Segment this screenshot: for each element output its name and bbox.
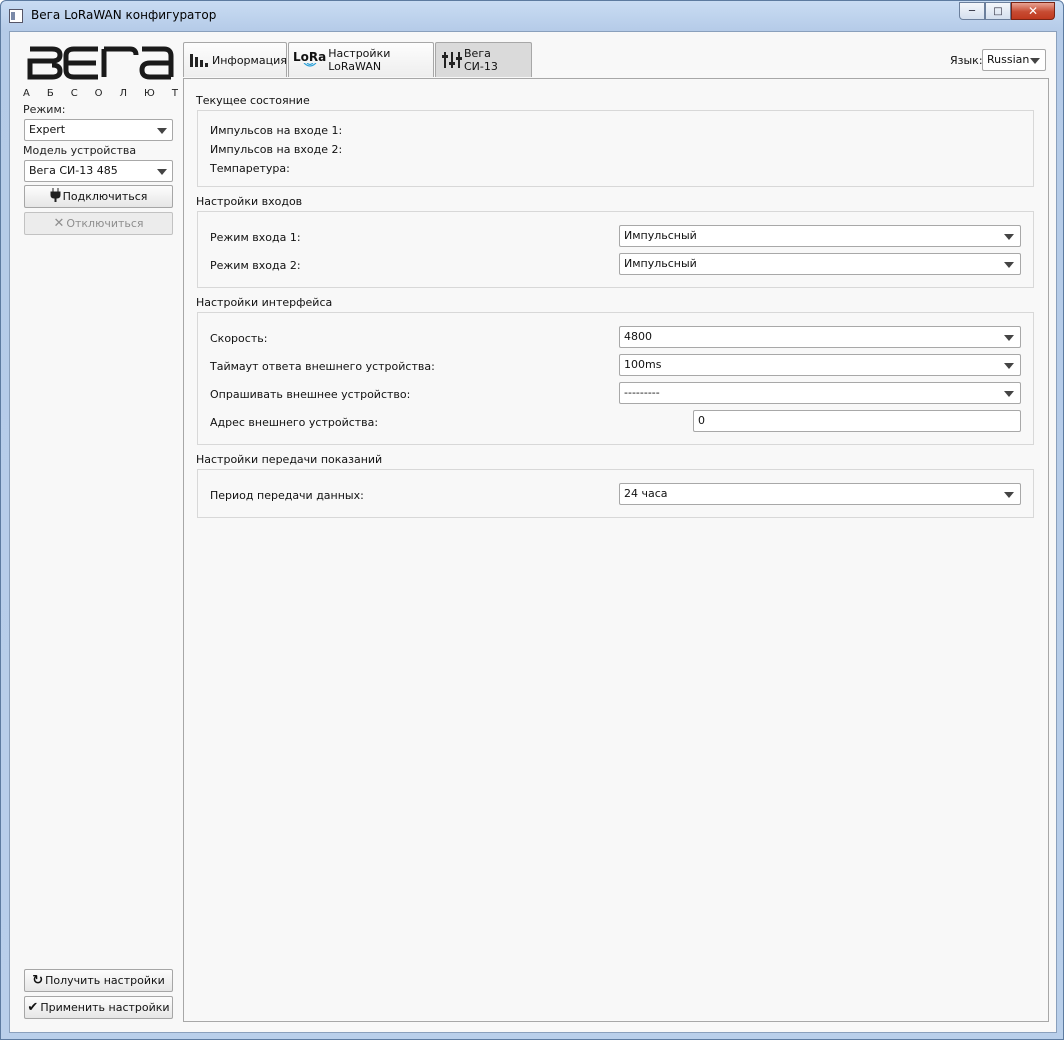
logo-subtitle: А Б С О Л Ю Т (23, 88, 178, 99)
pulses-input2-label: Импульсов на входе 2: (210, 143, 343, 156)
tab-lorawan-settings[interactable]: LoRa Настройки LoRaWAN (288, 42, 434, 77)
poll-device-select[interactable]: --------- (619, 382, 1021, 404)
chevron-down-icon (1004, 335, 1014, 341)
client-area: А Б С О Л Ю Т Режим: Expert Модель устро… (9, 31, 1057, 1033)
model-value: Вега СИ-13 485 (29, 164, 118, 177)
timeout-select[interactable]: 100ms (619, 354, 1021, 376)
get-settings-button[interactable]: ↻ Получить настройки (24, 969, 173, 992)
maximize-icon[interactable]: □ (985, 2, 1011, 20)
main-panel: Информация LoRa Настройки LoRaWAN Вега С… (183, 32, 1057, 1032)
transmission-period-select[interactable]: 24 часа (619, 483, 1021, 505)
logo-letter: Л (119, 88, 128, 99)
input1-mode-label: Режим входа 1: (210, 231, 301, 244)
window-title: Вега LoRaWAN конфигуратор (31, 8, 217, 22)
close-icon[interactable]: ✕ (1011, 2, 1055, 20)
tab-vega-si13[interactable]: Вега СИ-13 (435, 42, 532, 77)
tab-label: Вега СИ-13 (464, 47, 498, 73)
bar-chart-icon (190, 53, 210, 67)
vega-logo (27, 46, 174, 80)
apply-settings-button[interactable]: ✔ Применить настройки (24, 996, 173, 1019)
sliders-icon (442, 52, 462, 68)
disconnect-button[interactable]: ✕ Отключиться (24, 212, 173, 235)
lora-icon: LoRa (293, 51, 326, 69)
checkmark-icon: ✔ (27, 1000, 39, 1015)
temperature-label: Темпаретура: (210, 162, 290, 175)
chevron-down-icon (1004, 391, 1014, 397)
device-address-input[interactable]: 0 (693, 410, 1021, 432)
chevron-down-icon (1004, 234, 1014, 240)
connect-label: Подключиться (62, 190, 148, 203)
transmission-settings-group: Период передачи данных: 24 часа (197, 469, 1034, 518)
logo-letter: Б (46, 88, 54, 99)
minimize-icon[interactable]: ─ (959, 2, 985, 20)
close-icon: ✕ (53, 216, 65, 231)
input2-mode-select[interactable]: Импульсный (619, 253, 1021, 275)
window-controls: ─ □ ✕ (959, 2, 1055, 20)
app-window: Вега LoRaWAN конфигуратор ─ □ ✕ А Б С О (0, 0, 1064, 1040)
inputs-settings-title: Настройки входов (196, 195, 303, 208)
chevron-down-icon (1004, 363, 1014, 369)
tab-label: Настройки LoRaWAN (328, 47, 391, 73)
chevron-down-icon (157, 128, 167, 134)
apply-settings-label: Применить настройки (40, 1001, 170, 1014)
timeout-value: 100ms (624, 358, 662, 371)
connect-button[interactable]: Подключиться (24, 185, 173, 208)
device-address-label: Адрес внешнего устройства: (210, 416, 379, 429)
tab-label: Информация (212, 53, 287, 67)
chevron-down-icon (1004, 262, 1014, 268)
speed-label: Скорость: (210, 332, 268, 345)
logo-letter: Ю (144, 88, 155, 99)
input1-mode-value: Импульсный (624, 229, 697, 242)
transmission-settings-title: Настройки передачи показаний (196, 453, 383, 466)
logo-letter: А (23, 88, 30, 99)
language-label: Язык: (950, 54, 983, 67)
chevron-down-icon (1004, 492, 1014, 498)
chevron-down-icon (157, 169, 167, 175)
app-icon (9, 9, 23, 23)
disconnect-label: Отключиться (66, 217, 144, 230)
input1-mode-select[interactable]: Импульсный (619, 225, 1021, 247)
interface-settings-title: Настройки интерфейса (196, 296, 333, 309)
transmission-period-label: Период передачи данных: (210, 489, 364, 502)
current-state-title: Текущее состояние (196, 94, 310, 107)
plug-icon (50, 188, 61, 205)
inputs-settings-group: Режим входа 1: Импульсный Режим входа 2:… (197, 211, 1034, 288)
input2-mode-label: Режим входа 2: (210, 259, 301, 272)
device-address-value: 0 (698, 414, 705, 427)
language-value: Russian (987, 53, 1030, 66)
logo-letter: Т (171, 88, 178, 99)
input2-mode-value: Импульсный (624, 257, 697, 270)
model-label: Модель устройства (23, 144, 137, 157)
poll-device-label: Опрашивать внешнее устройство: (210, 388, 411, 401)
speed-select[interactable]: 4800 (619, 326, 1021, 348)
logo-letter: С (70, 88, 78, 99)
interface-settings-group: Скорость: 4800 Таймаут ответа внешнего у… (197, 312, 1034, 445)
speed-value: 4800 (624, 330, 652, 343)
pulses-input1-label: Импульсов на входе 1: (210, 124, 343, 137)
lora-icon-text: LoRa (293, 50, 327, 64)
language-select[interactable]: Russian (982, 49, 1046, 71)
transmission-period-value: 24 часа (624, 487, 668, 500)
chevron-down-icon (1030, 58, 1040, 64)
tab-information[interactable]: Информация (183, 42, 287, 77)
logo-letter: О (94, 88, 103, 99)
mode-value: Expert (29, 123, 66, 136)
mode-label: Режим: (23, 103, 66, 116)
tab-bar: Информация LoRa Настройки LoRaWAN Вега С… (183, 42, 533, 78)
title-bar[interactable]: Вега LoRaWAN конфигуратор ─ □ ✕ (1, 1, 1063, 31)
poll-device-value: --------- (624, 386, 660, 399)
mode-select[interactable]: Expert (24, 119, 173, 141)
tab-panel: Текущее состояние Импульсов на входе 1: … (183, 78, 1049, 1022)
current-state-group: Импульсов на входе 1: Импульсов на входе… (197, 110, 1034, 187)
left-panel: А Б С О Л Ю Т Режим: Expert Модель устро… (10, 32, 182, 1032)
get-settings-label: Получить настройки (45, 974, 165, 987)
model-select[interactable]: Вега СИ-13 485 (24, 160, 173, 182)
refresh-icon: ↻ (32, 973, 44, 988)
timeout-label: Таймаут ответа внешнего устройства: (210, 360, 435, 373)
